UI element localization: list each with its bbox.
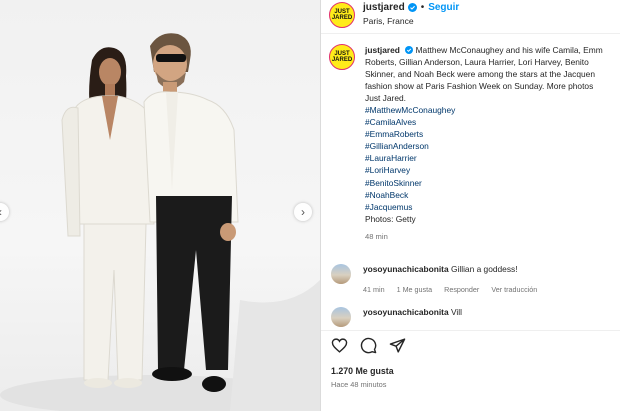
translate-link[interactable]: Ver traducción	[491, 285, 537, 294]
follow-button[interactable]: Seguir	[428, 2, 459, 13]
heart-icon[interactable]	[331, 337, 348, 354]
comment-icon[interactable]	[360, 337, 377, 354]
comment-time: 41 min	[363, 285, 385, 294]
caption-text-line: Roberts, Gillian Anderson, Laura Harrier…	[365, 57, 589, 67]
comment-text: Vill	[450, 307, 462, 317]
caption-text-line: Matthew McConaughey and his wife Camila,…	[415, 45, 603, 55]
divider	[321, 33, 620, 34]
hashtag-link[interactable]: #MatthewMcConaughey	[365, 104, 620, 116]
post-details-panel: JUST JARED justjared • Seguir Paris, Fra…	[321, 0, 620, 411]
caption-text-line: Skinner, and Noah Beck were among the st…	[365, 69, 595, 79]
hashtag-link[interactable]: #Jacquemus	[365, 201, 620, 213]
photo-illustration	[0, 33, 320, 411]
separator-dot: •	[420, 2, 425, 13]
caption-text-line: fashion show at Paris Fashion Week on Su…	[365, 81, 594, 91]
photo-credit: Photos: Getty	[365, 213, 416, 224]
avatar-logo-text: JUST JARED	[331, 51, 353, 63]
avatar[interactable]: JUST JARED	[329, 2, 355, 28]
comment-likes[interactable]: 1 Me gusta	[397, 285, 433, 294]
hashtag-link[interactable]: #CamilaAlves	[365, 116, 620, 128]
hashtag-link[interactable]: #BenitoSkinner	[365, 177, 620, 189]
caption-username[interactable]: justjared	[365, 45, 400, 55]
hashtag-link[interactable]: #EmmaRoberts	[365, 128, 620, 140]
post-username[interactable]: justjared	[363, 2, 405, 13]
avatar-logo-text: JUST JARED	[331, 9, 353, 21]
post-timestamp: Hace 48 minutos	[331, 380, 387, 389]
hashtag-link[interactable]: #LauraHarrier	[365, 152, 620, 164]
verified-badge-icon	[405, 46, 414, 54]
caption-text-line: Just Jared.	[365, 93, 406, 103]
comment-item: yosoyunachicabonita Vill	[331, 307, 462, 327]
post-photo: ‹ ›	[0, 0, 320, 411]
verified-badge-icon	[407, 3, 417, 12]
avatar[interactable]	[331, 264, 351, 284]
divider	[321, 330, 620, 331]
reply-button[interactable]: Responder	[444, 285, 479, 294]
comment-username[interactable]: yosoyunachicabonita	[363, 264, 449, 274]
instagram-post-view: ‹ › JUST JARED justjared • Seguir Paris,…	[0, 0, 620, 411]
hashtag-link[interactable]: #NoahBeck	[365, 189, 620, 201]
post-actions	[331, 337, 406, 354]
share-icon[interactable]	[389, 337, 406, 354]
chevron-right-icon[interactable]: ›	[294, 203, 312, 221]
caption-time: 48 min	[365, 231, 388, 241]
comment-text: Gillian a goddess!	[450, 264, 518, 274]
avatar[interactable]	[331, 307, 351, 327]
post-caption: JUST JARED justjared Matthew McConaughey…	[329, 44, 620, 243]
post-header: JUST JARED justjared • Seguir Paris, Fra…	[321, 0, 620, 32]
comment-item: yosoyunachicabonita Gillian a goddess! 4…	[331, 264, 547, 295]
hashtag-link[interactable]: #GillianAnderson	[365, 140, 620, 152]
avatar[interactable]: JUST JARED	[329, 44, 355, 70]
likes-count[interactable]: 1.270 Me gusta	[331, 366, 394, 376]
comment-username[interactable]: yosoyunachicabonita	[363, 307, 449, 317]
hashtag-link[interactable]: #LoriHarvey	[365, 164, 620, 176]
post-location[interactable]: Paris, France	[363, 16, 459, 26]
